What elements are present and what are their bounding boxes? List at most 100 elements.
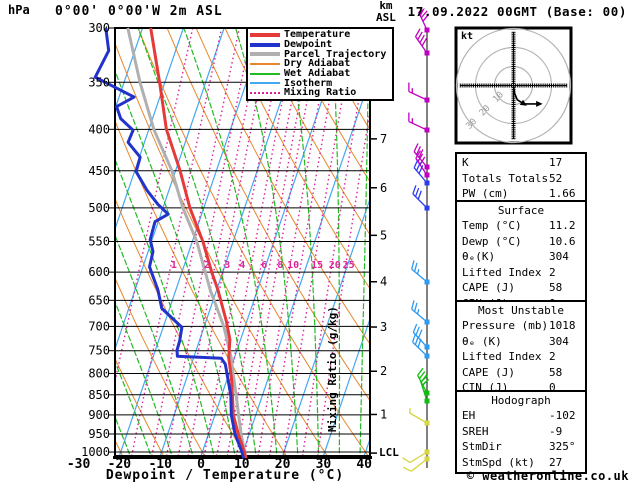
table-row: StmDir 325° — [457, 439, 585, 455]
row-value: 17 — [549, 156, 563, 169]
table-row: CAPE (J) 58 — [457, 280, 585, 296]
km-tick-label: 6 — [380, 181, 387, 195]
pressure-axis-unit: hPa — [8, 3, 30, 17]
legend-label: Mixing Ratio — [284, 87, 357, 99]
row-label: Dewp (°C) — [462, 234, 522, 248]
mixing-ratio-label: 25 — [343, 260, 355, 271]
asl-text: ASL — [376, 11, 396, 24]
legend-box: Temperature Dewpoint Parcel Trajectory Dry … — [246, 27, 394, 101]
row-value: 1018 — [549, 319, 576, 332]
mixing-ratio-label: 3 — [224, 260, 230, 271]
pressure-tick-label: 400 — [88, 122, 110, 136]
table-title: Surface — [497, 204, 545, 217]
row-label: Pressure (mb) — [462, 319, 549, 332]
table-row: Dewp (°C) 10.6 — [457, 234, 585, 250]
km-tick-label: 4 — [380, 275, 387, 289]
row-label: CAPE (J) — [462, 281, 515, 295]
pressure-tick-label: 750 — [88, 344, 110, 358]
row-value: 11.2 — [549, 219, 576, 232]
mixing-ratio-label: 2 — [204, 260, 210, 271]
km-axis-ticks: 7 6 5 4 3 2 1 — [370, 88, 387, 454]
km-tick-label: 3 — [380, 320, 387, 334]
pressure-tick-label: 600 — [88, 265, 110, 279]
row-label: Lifted Index — [462, 265, 542, 279]
row-value: 2 — [549, 350, 556, 364]
skewt-sounding-page: { "header": { "pressure_unit": "hPa", "t… — [0, 0, 629, 486]
pressure-tick-label: 850 — [88, 388, 110, 402]
legend-swatch-parcel-trajectory — [250, 52, 280, 57]
copyright-text: © weatheronline.co.uk — [466, 469, 629, 483]
table-row: K 17 — [457, 155, 585, 171]
mixing-ratio-label: 20 — [329, 260, 341, 271]
table-title: Most Unstable — [477, 304, 565, 317]
hodograph-table: Hodograph EH -102 SREH -9 StmDir 325° StmSpd (k… — [455, 390, 587, 475]
table-title: Hodograph — [491, 394, 551, 407]
table-row: Lifted Index 2 — [457, 349, 585, 365]
table-row: θₑ (K) 304 — [457, 334, 585, 350]
mixing-ratio-axis-label: Mixing Ratio (g/kg) — [326, 306, 339, 432]
row-value: 10.6 — [549, 234, 576, 248]
hodograph-unit-label: kt — [461, 31, 474, 42]
legend-swatch-dewpoint — [250, 42, 280, 47]
wind-barb — [408, 82, 430, 103]
legend-item: Mixing Ratio — [250, 87, 390, 99]
row-value: 325° — [549, 440, 576, 454]
wind-barb-column — [402, 8, 430, 472]
table-row: Lifted Index 2 — [457, 265, 585, 281]
legend-swatch-wet-adiabat — [250, 72, 280, 75]
table-row: Pressure (mb) 1018 — [457, 318, 585, 334]
row-label: Totals Totals — [462, 171, 549, 185]
dewpoint-curve — [93, 27, 245, 459]
legend-swatch-mixing-ratio — [250, 91, 280, 94]
mixing-ratio-label: 6 — [261, 260, 267, 271]
indices-table: K 17 Totals Totals 52 PW (cm) 1.66 — [455, 152, 587, 206]
mixing-ratio-label: 15 — [311, 260, 323, 271]
pressure-tick-label: 500 — [88, 201, 110, 215]
legend-swatch-dry-adiabat — [250, 62, 280, 65]
table-row: θₑ(K) 304 — [457, 249, 585, 265]
row-label: Temp (°C) — [462, 219, 522, 232]
table-row: SREH -9 — [457, 424, 585, 440]
table-row: Temp (°C) 11.2 — [457, 218, 585, 234]
row-value: 58 — [549, 365, 563, 379]
station-title: 0°00' 0°00'W 2m ASL — [55, 4, 223, 19]
wind-barb — [408, 112, 430, 133]
km-tick-label: 5 — [380, 228, 387, 242]
mixing-ratio-label: 4 — [239, 260, 245, 271]
km-tick-label: 7 — [380, 132, 387, 146]
mixing-ratio-labels: 1 2 3 4 6 8 10 15 20 25 — [171, 260, 355, 271]
pressure-tick-label: 900 — [88, 408, 110, 422]
pressure-tick-label: 550 — [88, 234, 110, 248]
table-row: CAPE (J) 58 — [457, 365, 585, 381]
mixing-ratio-label: 1 — [171, 260, 177, 271]
row-label: Lifted Index — [462, 350, 542, 364]
row-label: K — [462, 156, 469, 169]
row-value: 304 — [549, 250, 569, 264]
row-value: -102 — [549, 409, 576, 422]
row-label: SREH — [462, 424, 489, 438]
row-value: -9 — [549, 424, 563, 438]
row-label: θₑ (K) — [462, 334, 502, 348]
altitude-axis-unit: km ASL — [376, 0, 396, 24]
table-row: EH -102 — [457, 408, 585, 424]
mixing-ratio-label: 8 — [277, 260, 283, 271]
pressure-tick-label: 650 — [88, 293, 110, 307]
row-value: 58 — [549, 281, 563, 295]
pressure-tick-label: 950 — [88, 427, 110, 441]
table-row: Totals Totals 52 — [457, 171, 585, 187]
lcl-label: LCL — [379, 446, 399, 459]
km-tick-label: 2 — [380, 364, 387, 378]
row-value: 304 — [549, 334, 569, 348]
most-unstable-table: Most Unstable Pressure (mb) 1018 θₑ (K) 304 L… — [455, 300, 587, 400]
row-label: EH — [462, 409, 476, 422]
legend-swatch-temperature — [250, 32, 280, 37]
x-axis-label: Dewpoint / Temperature (°C) — [105, 468, 345, 483]
mixing-ratio-label: 10 — [287, 260, 299, 271]
pressure-tick-label: 450 — [88, 164, 110, 178]
surface-table: Surface Temp (°C) 11.2 Dewp (°C) 10.6 θₑ(K) 30… — [455, 200, 587, 316]
datetime-title: 17.09.2022 00GMT (Base: 00) — [407, 4, 627, 19]
pressure-tick-labels: 300 350 400 450 500 550 600 650 700 750 800 850 900 9… — [81, 21, 110, 459]
hodograph-panel: 102030 — [454, 26, 573, 145]
km-tick-label: 1 — [380, 407, 387, 421]
pressure-tick-label: 350 — [88, 75, 110, 89]
